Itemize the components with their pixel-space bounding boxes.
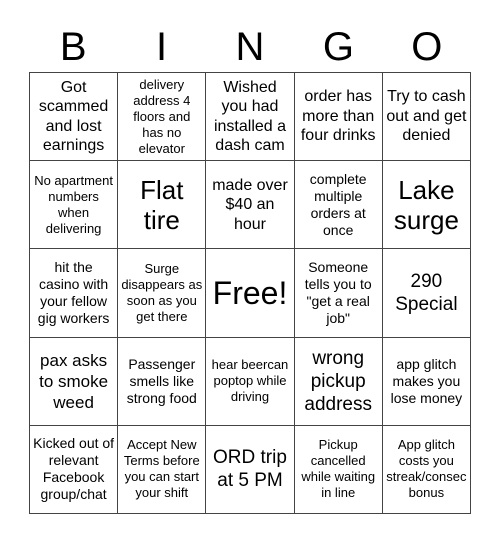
bingo-cell[interactable]: Flat tire xyxy=(118,161,207,250)
bingo-cell[interactable]: delivery address 4 floors and has no ele… xyxy=(118,73,207,162)
bingo-cell-text: pax asks to smoke weed xyxy=(39,350,109,412)
bingo-cell[interactable]: 290 Special xyxy=(382,249,471,338)
bingo-cell-text: delivery address 4 floors and has no ele… xyxy=(133,76,191,156)
bingo-cell-text: Free! xyxy=(212,274,288,311)
bingo-cell[interactable]: Wished you had installed a dash cam xyxy=(206,73,295,162)
bingo-cell[interactable]: App glitch costs you streak/consec bonus xyxy=(382,425,471,514)
bingo-cell-text: app glitch makes you lose money xyxy=(390,355,463,406)
free-space-cell[interactable]: Free! xyxy=(206,249,295,338)
bingo-cell[interactable]: Someone tells you to "get a real job" xyxy=(294,249,383,338)
bingo-cell-text: Got scammed and lost earnings xyxy=(38,78,109,155)
bingo-cell-text: 290 Special xyxy=(395,270,458,315)
header-letter-b: B xyxy=(59,25,87,69)
bingo-cell[interactable]: Passenger smells like strong food xyxy=(118,337,207,426)
bingo-cell-text: ORD trip at 5 PM xyxy=(213,447,287,492)
bingo-cell-text: Surge disappears as soon as you get ther… xyxy=(121,260,203,324)
bingo-card: Got scammed and lost earnings delivery ad… xyxy=(29,72,471,514)
bingo-cell[interactable]: hear beercan poptop while driving xyxy=(206,337,295,426)
bingo-cell-text: Flat tire xyxy=(140,174,184,235)
bingo-cell[interactable]: Accept New Terms before you can start yo… xyxy=(118,425,207,514)
bingo-cell-text: Wished you had installed a dash cam xyxy=(213,78,287,155)
bingo-cell-text: Try to cash out and get denied xyxy=(386,88,467,145)
bingo-cell-text: wrong pickup address xyxy=(304,347,372,415)
bingo-cell-text: Someone tells you to "get a real job" xyxy=(304,258,372,326)
bingo-cell[interactable]: wrong pickup address xyxy=(294,337,383,426)
bingo-header: B I N G O xyxy=(29,22,471,72)
bingo-cell-text: No apartment numbers when delivering xyxy=(34,172,113,236)
bingo-cell[interactable]: Surge disappears as soon as you get ther… xyxy=(118,249,207,338)
bingo-cell[interactable]: hit the casino with your fellow gig work… xyxy=(30,249,119,338)
bingo-cell[interactable]: app glitch makes you lose money xyxy=(382,337,471,426)
bingo-cell[interactable]: ORD trip at 5 PM xyxy=(206,425,295,514)
header-letter-n: N xyxy=(235,25,265,69)
bingo-cell-text: hear beercan poptop while driving xyxy=(211,357,289,405)
bingo-cell[interactable]: Got scammed and lost earnings xyxy=(30,73,119,162)
bingo-cell[interactable]: pax asks to smoke weed xyxy=(30,337,119,426)
bingo-cell-text: Lake surge xyxy=(393,174,459,235)
header-letter-i: I xyxy=(156,25,168,69)
bingo-cell[interactable]: Kicked out of relevant Facebook group/ch… xyxy=(30,425,119,514)
bingo-cell-text: Passenger smells like strong food xyxy=(126,355,197,406)
bingo-cell-text: App glitch costs you streak/consec bonus xyxy=(386,437,467,501)
bingo-cell-text: Pickup cancelled while waiting in line xyxy=(301,437,376,501)
bingo-cell[interactable]: Lake surge xyxy=(382,161,471,250)
bingo-cell[interactable]: Pickup cancelled while waiting in line xyxy=(294,425,383,514)
bingo-cell[interactable]: Try to cash out and get denied xyxy=(382,73,471,162)
bingo-cell-text: Accept New Terms before you can start yo… xyxy=(123,437,200,501)
header-letter-o: O xyxy=(411,25,443,69)
bingo-cell-text: order has more than four drinks xyxy=(300,88,376,145)
bingo-cell[interactable]: complete multiple orders at once xyxy=(294,161,383,250)
bingo-cell-text: Kicked out of relevant Facebook group/ch… xyxy=(33,435,115,503)
bingo-cell-text: complete multiple orders at once xyxy=(309,170,367,238)
bingo-cell[interactable]: order has more than four drinks xyxy=(294,73,383,162)
bingo-cell-text: hit the casino with your fellow gig work… xyxy=(37,258,110,326)
bingo-cell[interactable]: No apartment numbers when delivering xyxy=(30,161,119,250)
bingo-cell[interactable]: made over $40 an hour xyxy=(206,161,295,250)
bingo-cell-text: made over $40 an hour xyxy=(212,176,288,233)
header-letter-g: G xyxy=(322,25,354,69)
